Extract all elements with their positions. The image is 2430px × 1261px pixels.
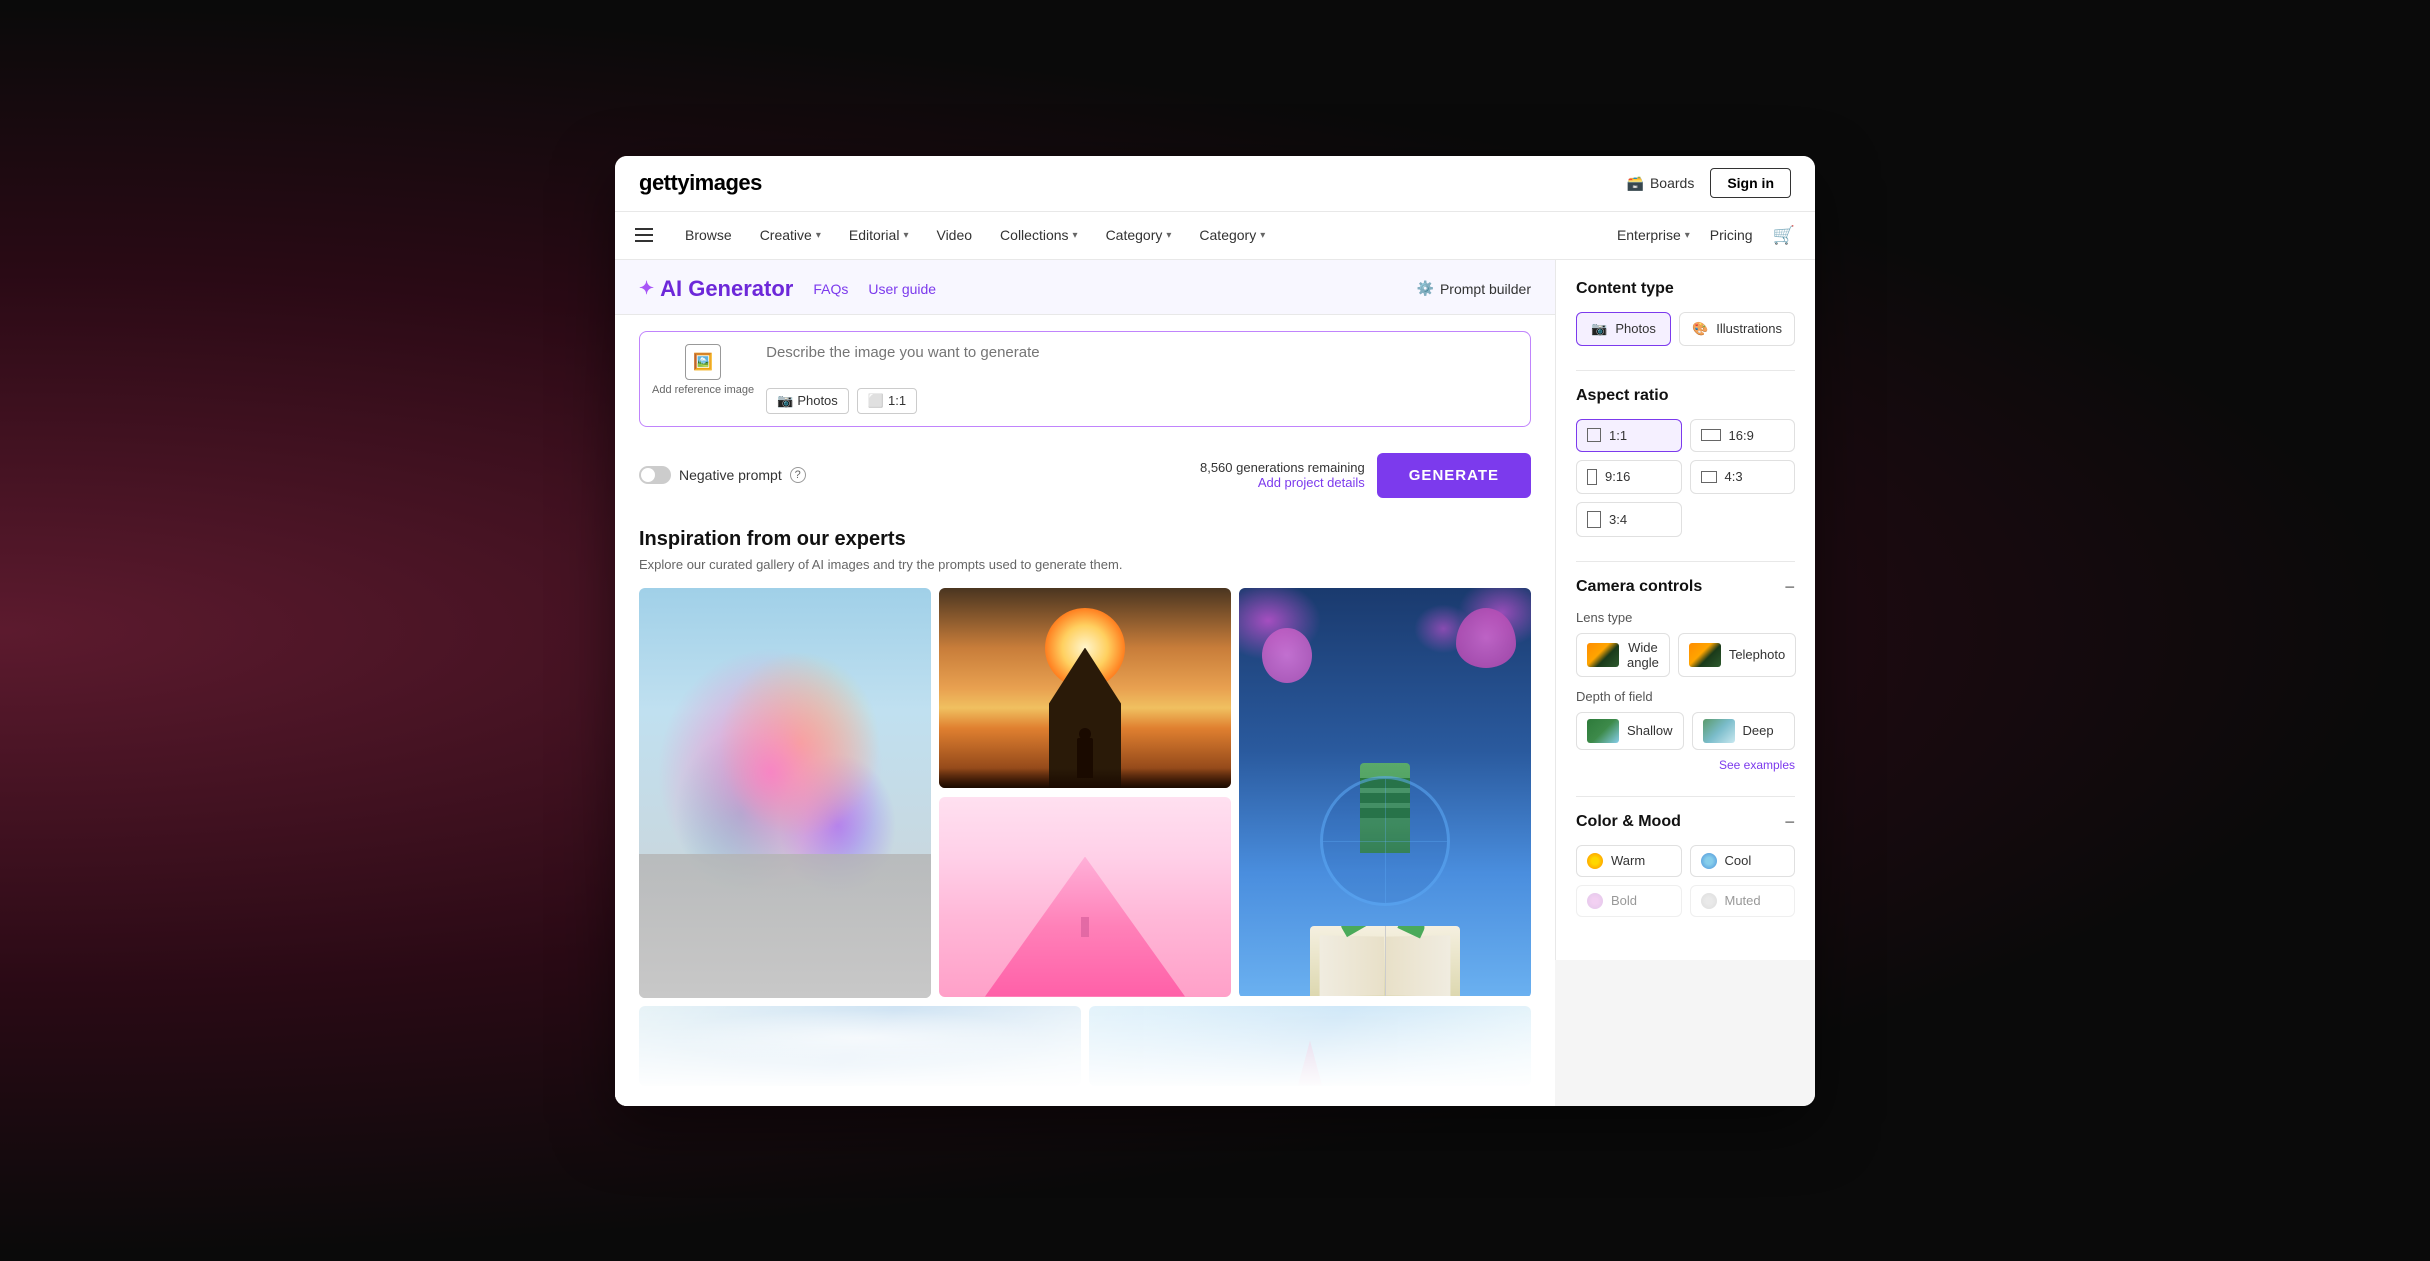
- side-panel: Content type 📷 Photos 🎨 Illustrations: [1555, 260, 1815, 960]
- photos-option[interactable]: 📷 Photos: [1576, 312, 1671, 346]
- camera-controls-title: Camera controls: [1576, 578, 1702, 596]
- gallery-item[interactable]: [939, 797, 1231, 997]
- camera-icon: 📷: [1591, 321, 1607, 337]
- hamburger-menu[interactable]: [635, 228, 653, 242]
- telephoto-thumbnail: [1689, 643, 1721, 667]
- gallery-item[interactable]: [1239, 588, 1531, 998]
- prompt-builder-button[interactable]: ⚙️ Prompt builder: [1417, 280, 1531, 297]
- gallery-item[interactable]: [939, 588, 1231, 788]
- bold-color-button[interactable]: Bold: [1576, 885, 1682, 917]
- ratio-4-3-button[interactable]: 4:3: [1690, 460, 1796, 494]
- cool-color-button[interactable]: Cool: [1690, 845, 1796, 877]
- illustration-icon: 🎨: [1692, 321, 1708, 337]
- content-type-title: Content type: [1576, 280, 1674, 298]
- shallow-thumbnail: [1587, 719, 1619, 743]
- chevron-down-icon: ▾: [1073, 230, 1078, 241]
- nav-editorial[interactable]: Editorial ▾: [849, 227, 909, 243]
- ratio-16-9-button[interactable]: 16:9: [1690, 419, 1796, 452]
- square-ratio-icon: [1587, 428, 1601, 442]
- aspect-ratio-section: Aspect ratio 1:1 16:9 9:16: [1576, 387, 1795, 537]
- ratio-3-4-button[interactable]: 3:4: [1576, 502, 1682, 537]
- ratio-icon: ⬜: [868, 393, 884, 409]
- logo: gettyimages: [639, 170, 762, 196]
- muted-color-dot: [1701, 893, 1717, 909]
- boards-button[interactable]: 🗃️ Boards: [1627, 175, 1695, 192]
- chevron-down-icon: ▾: [1685, 230, 1690, 241]
- sparkle-icon: ✦: [639, 278, 654, 299]
- color-mood-title: Color & Mood: [1576, 813, 1681, 831]
- collapse-color-button[interactable]: −: [1784, 813, 1795, 831]
- deep-button[interactable]: Deep: [1692, 712, 1795, 750]
- gallery-subtitle: Explore our curated gallery of AI images…: [639, 557, 1531, 572]
- warm-color-dot: [1587, 853, 1603, 869]
- r43-ratio-icon: [1701, 471, 1717, 483]
- chevron-down-icon: ▾: [816, 230, 821, 241]
- wide-angle-button[interactable]: Wide angle: [1576, 633, 1670, 677]
- content-type-section: Content type 📷 Photos 🎨 Illustrations: [1576, 280, 1795, 346]
- nav-enterprise[interactable]: Enterprise ▾: [1617, 227, 1690, 243]
- negative-prompt-label: Negative prompt: [679, 467, 782, 483]
- lens-type-label: Lens type: [1576, 610, 1795, 625]
- user-guide-link[interactable]: User guide: [868, 281, 936, 297]
- bold-color-dot: [1587, 893, 1603, 909]
- image-add-icon: 🖼️: [685, 344, 721, 380]
- faqs-link[interactable]: FAQs: [813, 281, 848, 297]
- chevron-down-icon: ▾: [1166, 230, 1171, 241]
- collapse-camera-button[interactable]: −: [1784, 578, 1795, 596]
- photos-tag-button[interactable]: 📷 Photos: [766, 388, 849, 414]
- nav-collections[interactable]: Collections ▾: [1000, 227, 1078, 243]
- camera-icon: 📷: [777, 393, 793, 409]
- telephoto-button[interactable]: Telephoto: [1678, 633, 1796, 677]
- wide-angle-thumbnail: [1587, 643, 1619, 667]
- camera-controls-section: Camera controls − Lens type Wide angle T…: [1576, 578, 1795, 772]
- nav-pricing[interactable]: Pricing: [1710, 227, 1753, 243]
- info-icon[interactable]: ?: [790, 467, 806, 483]
- ratio-9-16-button[interactable]: 9:16: [1576, 460, 1682, 494]
- cool-color-dot: [1701, 853, 1717, 869]
- nav-browse[interactable]: Browse: [685, 227, 732, 243]
- ratio-1-1-button[interactable]: 1:1: [1576, 419, 1682, 452]
- cart-icon[interactable]: 🛒: [1773, 225, 1795, 246]
- warm-color-button[interactable]: Warm: [1576, 845, 1682, 877]
- aspect-ratio-title: Aspect ratio: [1576, 387, 1668, 405]
- negative-prompt-toggle[interactable]: [639, 466, 671, 484]
- ratio-tag-button[interactable]: ⬜ 1:1: [857, 388, 917, 414]
- nav-category2[interactable]: Category ▾: [1199, 227, 1265, 243]
- generate-button[interactable]: GENERATE: [1377, 453, 1531, 498]
- see-examples-link[interactable]: See examples: [1576, 758, 1795, 772]
- depth-field-label: Depth of field: [1576, 689, 1795, 704]
- nav-creative[interactable]: Creative ▾: [760, 227, 821, 243]
- prompt-input[interactable]: [766, 344, 1518, 378]
- settings-icon: ⚙️: [1417, 280, 1434, 297]
- r34-ratio-icon: [1587, 511, 1601, 528]
- deep-thumbnail: [1703, 719, 1735, 743]
- nav-video[interactable]: Video: [936, 227, 972, 243]
- add-reference-button[interactable]: 🖼️ Add reference image: [652, 344, 754, 397]
- add-project-link[interactable]: Add project details: [1200, 475, 1365, 490]
- muted-color-button[interactable]: Muted: [1690, 885, 1796, 917]
- shallow-button[interactable]: Shallow: [1576, 712, 1684, 750]
- tall-ratio-icon: [1587, 469, 1597, 485]
- gallery-item[interactable]: [639, 588, 931, 998]
- illustrations-option[interactable]: 🎨 Illustrations: [1679, 312, 1795, 346]
- color-mood-section: Color & Mood − Warm Cool Bold: [1576, 813, 1795, 917]
- chevron-down-icon: ▾: [903, 230, 908, 241]
- boards-icon: 🗃️: [1627, 175, 1644, 192]
- chevron-down-icon: ▾: [1260, 230, 1265, 241]
- sign-in-button[interactable]: Sign in: [1710, 168, 1791, 198]
- wide-ratio-icon: [1701, 429, 1721, 441]
- generations-count: 8,560 generations remaining: [1200, 460, 1365, 475]
- gallery-title: Inspiration from our experts: [639, 528, 1531, 551]
- ai-generator-title: ✦ AI Generator: [639, 276, 793, 302]
- nav-category1[interactable]: Category ▾: [1106, 227, 1172, 243]
